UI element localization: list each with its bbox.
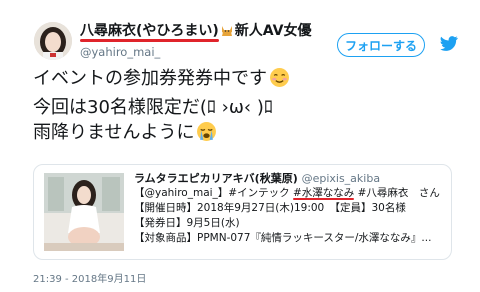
crying-face-emoji-icon <box>196 121 217 149</box>
twitter-bird-icon[interactable] <box>440 36 458 55</box>
cat-emoji-icon <box>220 23 234 42</box>
display-name-suffix: 新人AV女優 <box>234 23 312 39</box>
tweet-text: イベントの参加券発券中です 今回は30名様限定だ(ﾛ ›ω‹ )ﾛ 雨降りません… <box>33 66 290 149</box>
red-underline <box>80 39 219 42</box>
timestamp[interactable]: 21:39 - 2018年9月11日 <box>33 270 146 285</box>
red-underline <box>292 198 355 200</box>
user-handle[interactable]: @yahiro_mai_ <box>80 44 312 60</box>
card-line: 【対象商品】PPMN-077『純情ラッキースター/水澤ななみ』... <box>134 232 432 244</box>
card-text: ラムタラエピカリアキバ(秋葉原) @epixis_akiba 【@yahiro_… <box>134 171 440 246</box>
card-line: 【開催日時】2018年9月27日(木)19:00 【定員】30名様 <box>134 202 406 214</box>
display-name: 八尋麻衣(やひろまい) <box>80 23 219 42</box>
blushing-smile-emoji-icon <box>269 67 290 95</box>
follow-button[interactable]: フォローする <box>337 33 425 57</box>
avatar[interactable] <box>34 22 72 60</box>
tweet-line: 今回は30名様限定だ(ﾛ ›ω‹ )ﾛ <box>33 97 273 118</box>
tweet-line: イベントの参加券発券中です <box>33 66 290 95</box>
hashtag-mizusawa: #水澤ななみ <box>292 187 355 200</box>
card-thumbnail[interactable] <box>44 173 124 251</box>
display-name-row[interactable]: 八尋麻衣(やひろまい) 新人AV女優 <box>80 22 312 42</box>
card-line: 【@yahiro_mai_】#インテック #水澤ななみ #八尋麻衣 さん <box>134 187 440 200</box>
tweet-line: 雨降りませんように <box>33 120 290 149</box>
name-block: 八尋麻衣(やひろまい) 新人AV女優 @yahiro_mai_ <box>80 22 312 60</box>
card-title: ラムタラエピカリアキバ(秋葉原) @epixis_akiba <box>134 172 381 185</box>
tweet: 八尋麻衣(やひろまい) 新人AV女優 @yahiro_mai_ フォローする イベ… <box>0 0 480 292</box>
link-card[interactable]: ラムタラエピカリアキバ(秋葉原) @epixis_akiba 【@yahiro_… <box>33 164 452 260</box>
card-line: 【発券日】9月5日(水) <box>134 217 240 229</box>
